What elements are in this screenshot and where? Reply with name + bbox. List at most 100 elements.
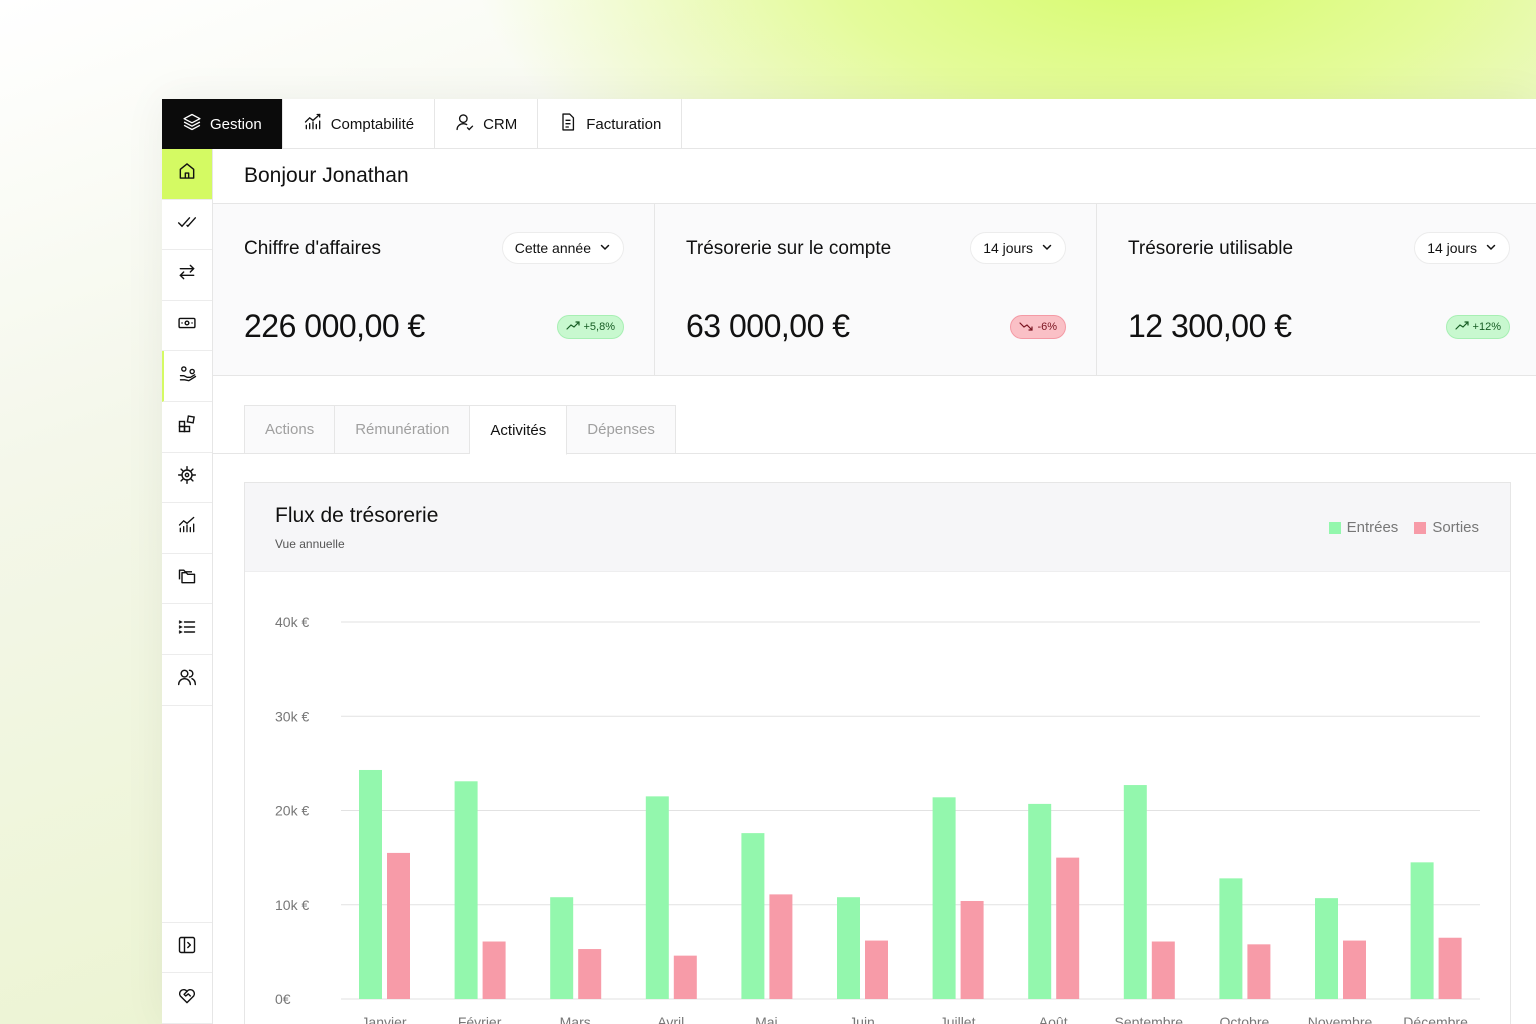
sidebar-item-payments[interactable] <box>162 351 212 402</box>
x-tick-label: Août <box>1039 1014 1068 1024</box>
tab-actions[interactable]: Actions <box>244 405 336 454</box>
x-tick-label: Mars <box>560 1014 591 1024</box>
bar-entrees <box>932 797 956 999</box>
home-icon <box>177 161 197 186</box>
sidebar-item-home[interactable] <box>162 149 212 200</box>
bar-entrees <box>645 796 669 999</box>
sidebar-bottom <box>162 921 212 1024</box>
kpi-title: Chiffre d'affaires <box>244 238 382 259</box>
bar-entrees <box>1028 803 1052 999</box>
period-select[interactable]: Cette année <box>501 232 624 264</box>
cashflow-bar-chart: 40k € 30k € 20k € 10k € 0€ Janvier Février Mars… <box>275 614 1480 1024</box>
bar-entrees <box>454 781 478 999</box>
tab-remuneration[interactable]: Rémunération <box>335 405 471 454</box>
app-window: Gestion Comptabilité CRM Facturation Bon… <box>162 99 1536 1024</box>
tab-activites[interactable]: Activités <box>470 405 568 455</box>
bar-sorties <box>387 852 410 999</box>
x-tick-label: Juin <box>849 1014 875 1024</box>
tab-gestion[interactable]: Gestion <box>162 99 283 149</box>
chevron-down-icon <box>599 240 611 256</box>
bar-sorties <box>1151 941 1175 999</box>
top-navigation: Gestion Comptabilité CRM Facturation <box>162 99 1536 149</box>
tab-label: CRM <box>483 115 518 133</box>
chart-legend: Entrées Sorties <box>1328 519 1479 536</box>
list-icon <box>177 617 197 642</box>
x-tick-label: Novembre <box>1308 1014 1373 1024</box>
sidebar-item-list[interactable] <box>162 604 212 655</box>
sidebar-item-team[interactable] <box>162 655 212 706</box>
trend-value: -6% <box>1037 321 1057 333</box>
widgets-icon <box>177 414 197 439</box>
bar-sorties <box>960 900 984 999</box>
kpi-title: Trésorerie sur le compte <box>686 238 892 259</box>
x-tick-label: Février <box>458 1014 502 1024</box>
period-select[interactable]: 14 jours <box>970 232 1066 264</box>
tab-label: Facturation <box>586 115 662 133</box>
x-tick-label: Décembre <box>1403 1014 1468 1024</box>
sidebar-item-cash[interactable] <box>162 301 212 352</box>
x-tick-label: Octobre <box>1219 1014 1269 1024</box>
x-tick-label: Janvier <box>361 1014 406 1024</box>
document-icon <box>558 112 578 136</box>
legend-item-sorties[interactable]: Sorties <box>1414 519 1479 536</box>
bar-sorties <box>482 941 506 999</box>
chevron-down-icon <box>1041 240 1053 256</box>
kpi-value: 226 000,00 € <box>244 308 425 344</box>
bar-sorties <box>1438 937 1462 999</box>
x-tick-label: Septembre <box>1115 1014 1184 1024</box>
sidebar-item-tasks[interactable] <box>162 200 212 251</box>
trend-up-icon <box>565 320 580 334</box>
tab-facturation[interactable]: Facturation <box>538 99 683 149</box>
heart-handshake-icon <box>177 986 197 1011</box>
bar-sorties <box>865 940 888 999</box>
sidebar-item-documents[interactable] <box>162 554 212 605</box>
x-tick-label: Mai <box>755 1014 778 1024</box>
period-select-value: 14 jours <box>983 240 1033 256</box>
sidebar-toggle-icon <box>177 935 197 960</box>
kpi-value: 12 300,00 € <box>1128 308 1292 344</box>
trend-value: +5,8% <box>583 321 616 333</box>
period-select-value: Cette année <box>514 240 591 256</box>
bar-sorties <box>1056 857 1080 999</box>
kpi-card-revenue: Chiffre d'affaires Cette année 226 000,0… <box>213 204 655 375</box>
bar-entrees <box>1410 862 1434 999</box>
bar-sorties <box>1247 944 1271 999</box>
chart-growth-icon <box>303 112 323 136</box>
tab-depenses[interactable]: Dépenses <box>567 405 676 454</box>
trend-up-icon <box>1454 320 1469 334</box>
trend-down-icon <box>1019 321 1034 334</box>
bar-sorties <box>769 894 793 999</box>
users-icon <box>177 667 197 692</box>
sidebar-item-transfers[interactable] <box>162 250 212 301</box>
bar-sorties <box>1343 940 1366 999</box>
sidebar-item-analytics[interactable] <box>162 503 212 554</box>
bar-sorties <box>673 955 697 999</box>
kpi-card-usable-cash: Trésorerie utilisable 14 jours 12 300,00… <box>1097 204 1536 375</box>
tab-label: Comptabilité <box>330 115 415 133</box>
tab-crm[interactable]: CRM <box>435 99 539 149</box>
sidebar-item-settings[interactable] <box>162 453 212 504</box>
subtabs: Actions Rémunération Activités Dépenses <box>244 405 676 455</box>
trend-badge: -6% <box>1010 315 1066 339</box>
legend-label: Entrées <box>1346 519 1399 536</box>
sidebar-toggle-button[interactable] <box>162 923 212 974</box>
chart-growth-icon <box>177 515 197 540</box>
legend-swatch-sorties <box>1414 521 1427 534</box>
bar-entrees <box>550 897 574 999</box>
period-select[interactable]: 14 jours <box>1414 232 1510 264</box>
y-tick-label: 0€ <box>275 991 291 1007</box>
tab-comptabilite[interactable]: Comptabilité <box>283 99 436 149</box>
trend-badge: +5,8% <box>556 315 624 339</box>
sidebar-item-widgets[interactable] <box>162 402 212 453</box>
y-tick-label: 10k € <box>275 897 309 913</box>
layers-icon <box>182 112 202 136</box>
sidebar-item-support[interactable] <box>162 973 212 1024</box>
legend-item-entrees[interactable]: Entrées <box>1328 519 1399 536</box>
x-tick-label: Juillet <box>940 1014 976 1024</box>
folders-icon <box>177 566 197 591</box>
transfer-icon <box>177 262 197 287</box>
trend-badge: +12% <box>1445 315 1510 339</box>
sidebar <box>162 149 213 1024</box>
hand-money-icon <box>178 364 198 389</box>
kpi-value: 63 000,00 € <box>686 308 850 344</box>
